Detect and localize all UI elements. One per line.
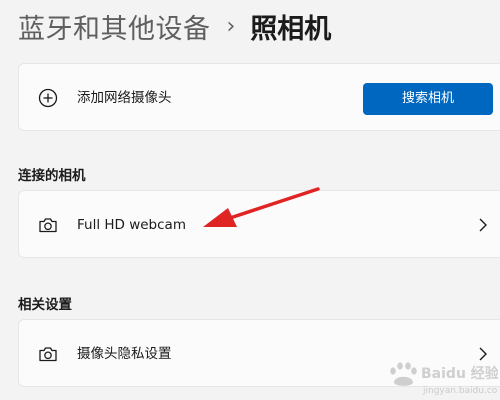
related-settings-heading: 相关设置	[18, 297, 72, 313]
camera-icon	[39, 347, 57, 362]
add-network-camera-card: 添加网络摄像头 搜索相机	[18, 63, 500, 131]
search-cameras-button[interactable]: 搜索相机	[363, 83, 493, 115]
page-title: 照相机	[250, 13, 332, 45]
svg-text:jingyan.baidu.com: jingyan.baidu.com	[422, 386, 498, 396]
breadcrumb-parent-link[interactable]: 蓝牙和其他设备	[18, 7, 211, 46]
connected-camera-label: Full HD webcam	[77, 217, 186, 233]
breadcrumb-separator: ›	[226, 13, 236, 39]
camera-icon	[39, 218, 57, 233]
breadcrumb: 蓝牙和其他设备 › 照相机	[18, 6, 331, 46]
baidu-watermark-logo: Baidu 经验 jingyan.baidu.com	[390, 362, 498, 396]
svg-text:Baidu 经验: Baidu 经验	[421, 365, 498, 382]
connected-cameras-heading: 连接的相机	[18, 168, 86, 184]
add-network-camera-label: 添加网络摄像头	[77, 90, 172, 106]
camera-privacy-settings-label: 摄像头隐私设置	[77, 346, 172, 362]
camera-settings-page: 蓝牙和其他设备 › 照相机 添加网络摄像头 搜索相机 连接的相机 Full HD…	[0, 0, 500, 400]
plus-circle-icon	[38, 88, 58, 108]
chevron-right-icon	[479, 218, 487, 232]
connected-camera-item[interactable]: Full HD webcam	[18, 190, 500, 258]
